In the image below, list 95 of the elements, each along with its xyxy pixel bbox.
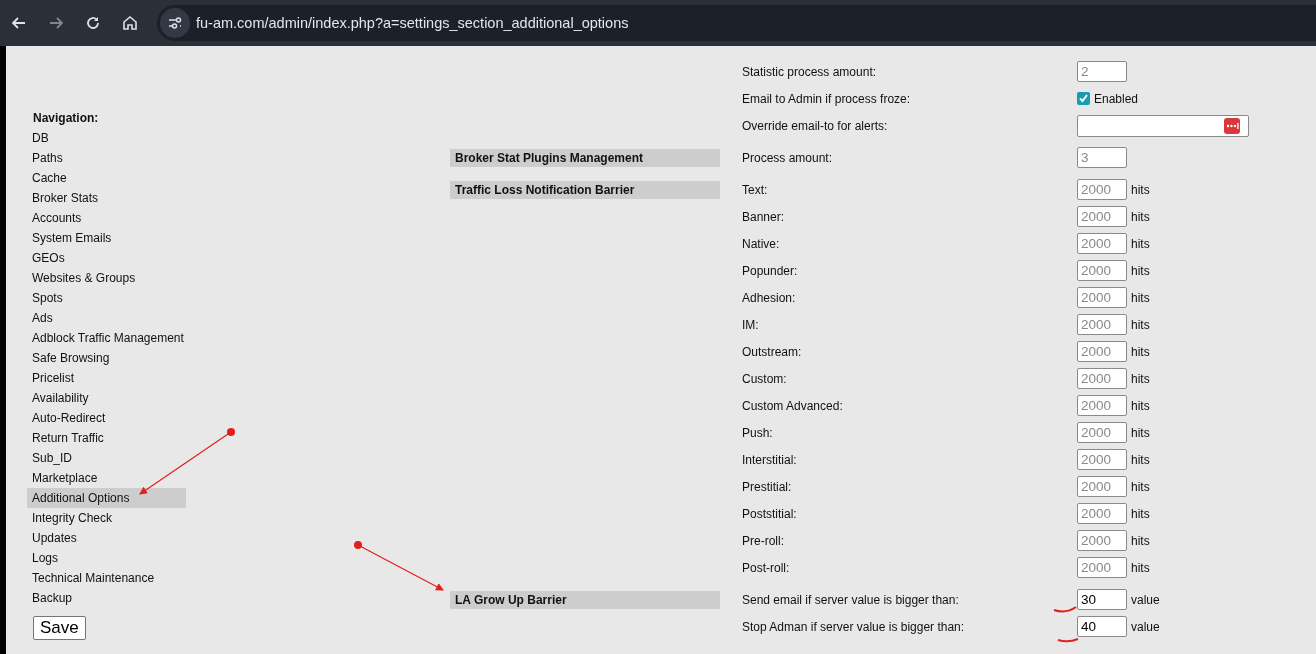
field-label: Native: <box>742 236 781 251</box>
nav-link[interactable]: Return Traffic <box>27 428 186 448</box>
number-field[interactable]: 2000 <box>1077 503 1127 524</box>
section-header: Traffic Loss Notification Barrier <box>450 180 720 199</box>
number-field[interactable]: 2000 <box>1077 449 1127 470</box>
number-field[interactable]: 2000 <box>1077 476 1127 497</box>
nav-link[interactable]: Updates <box>27 528 186 548</box>
nav-link[interactable]: Logs <box>27 548 186 568</box>
password-manager-icon[interactable] <box>1224 117 1240 134</box>
unit-label: hits <box>1131 182 1150 197</box>
home-icon[interactable] <box>120 13 140 33</box>
field-label: Send email if server value is bigger than: <box>742 592 960 607</box>
number-field[interactable]: 2000 <box>1077 557 1127 578</box>
field-label: Override email-to for alerts: <box>742 118 889 133</box>
field-label: Custom: <box>742 371 788 386</box>
nav-link[interactable]: Integrity Check <box>27 508 186 528</box>
unit-label: hits <box>1131 425 1150 440</box>
field-label: Stop Adman if server value is bigger than: <box>742 619 966 634</box>
nav-link[interactable]: Sub_ID <box>27 448 186 468</box>
unit-label: hits <box>1131 290 1150 305</box>
nav-link[interactable]: Safe Browsing <box>27 348 186 368</box>
nav-link[interactable]: Technical Maintenance <box>27 568 186 588</box>
unit-label: hits <box>1131 236 1150 251</box>
number-field[interactable]: 2000 <box>1077 314 1127 335</box>
nav-link[interactable]: DB <box>27 128 186 148</box>
field-label: Post-roll: <box>742 560 791 575</box>
field-label: Interstitial: <box>742 452 798 467</box>
nav-link[interactable]: Cache <box>27 168 186 188</box>
field-label: Outstream: <box>742 344 803 359</box>
section-header: Broker Stat Plugins Management <box>450 148 720 167</box>
number-field[interactable]: 2000 <box>1077 530 1127 551</box>
checkbox[interactable] <box>1077 92 1090 105</box>
unit-label: value <box>1131 619 1160 634</box>
number-field[interactable]: 2000 <box>1077 179 1127 200</box>
number-field[interactable]: 2000 <box>1077 368 1127 389</box>
field-label: Email to Admin if process froze: <box>742 91 912 106</box>
address-bar-url[interactable]: fu-am.com/admin/index.php?a=settings_section_additional_options <box>196 15 629 31</box>
number-field[interactable]: 2000 <box>1077 233 1127 254</box>
field-label: Popunder: <box>742 263 799 278</box>
number-field[interactable]: 2000 <box>1077 395 1127 416</box>
nav-link[interactable]: Accounts <box>27 208 186 228</box>
field-label: Custom Advanced: <box>742 398 844 413</box>
number-field[interactable]: 2000 <box>1077 260 1127 281</box>
unit-label: hits <box>1131 209 1150 224</box>
unit-label: hits <box>1131 452 1150 467</box>
unit-label: hits <box>1131 560 1150 575</box>
field-label: Statistic process amount: <box>742 64 878 79</box>
nav-link[interactable]: Marketplace <box>27 468 186 488</box>
field-label: IM: <box>742 317 760 332</box>
nav-link[interactable]: Backup <box>27 588 186 608</box>
field-label: Text: <box>742 182 769 197</box>
email-field[interactable] <box>1077 114 1249 137</box>
unit-label: hits <box>1131 533 1150 548</box>
unit-label: hits <box>1131 371 1150 386</box>
annotation-underline <box>1053 606 1077 613</box>
number-field[interactable]: 2000 <box>1077 422 1127 443</box>
field-label: Banner: <box>742 209 786 224</box>
nav-link[interactable]: System Emails <box>27 228 186 248</box>
nav-link[interactable]: Paths <box>27 148 186 168</box>
unit-label: hits <box>1131 506 1150 521</box>
checkbox-label: Enabled <box>1094 91 1139 106</box>
site-settings-icon[interactable] <box>160 8 190 38</box>
field-label: Pre-roll: <box>742 533 785 548</box>
number-field[interactable]: 3 <box>1077 147 1127 168</box>
field-label: Poststitial: <box>742 506 798 521</box>
annotation-underline <box>1057 638 1079 643</box>
unit-label: hits <box>1131 344 1150 359</box>
section-header: LA Grow Up Barrier <box>450 590 720 609</box>
field-label: Process amount: <box>742 150 834 165</box>
nav-link[interactable]: Pricelist <box>27 368 186 388</box>
nav-link[interactable]: Ads <box>27 308 186 328</box>
field-label: Push: <box>742 425 774 440</box>
number-field[interactable]: 30 <box>1077 589 1127 610</box>
nav-link[interactable]: Availability <box>27 388 186 408</box>
unit-label: hits <box>1131 317 1150 332</box>
unit-label: hits <box>1131 263 1150 278</box>
unit-label: value <box>1131 592 1160 607</box>
number-field[interactable]: 2000 <box>1077 341 1127 362</box>
number-field[interactable]: 40 <box>1077 616 1127 637</box>
nav-link[interactable]: Additional Options <box>27 488 186 508</box>
nav-link[interactable]: Adblock Traffic Management <box>27 328 186 348</box>
number-field[interactable]: 2 <box>1077 61 1127 82</box>
save-button[interactable]: Save <box>33 616 86 640</box>
field-label: Prestitial: <box>742 479 793 494</box>
number-field[interactable]: 2000 <box>1077 287 1127 308</box>
nav-link[interactable]: Websites & Groups <box>27 268 186 288</box>
navigation-title: Navigation: <box>32 110 100 127</box>
nav-link[interactable]: Broker Stats <box>27 188 186 208</box>
nav-link[interactable]: Auto-Redirect <box>27 408 186 428</box>
nav-link[interactable]: Spots <box>27 288 186 308</box>
number-field[interactable]: 2000 <box>1077 206 1127 227</box>
unit-label: hits <box>1131 479 1150 494</box>
unit-label: hits <box>1131 398 1150 413</box>
field-label: Adhesion: <box>742 290 797 305</box>
nav-link[interactable]: GEOs <box>27 248 186 268</box>
